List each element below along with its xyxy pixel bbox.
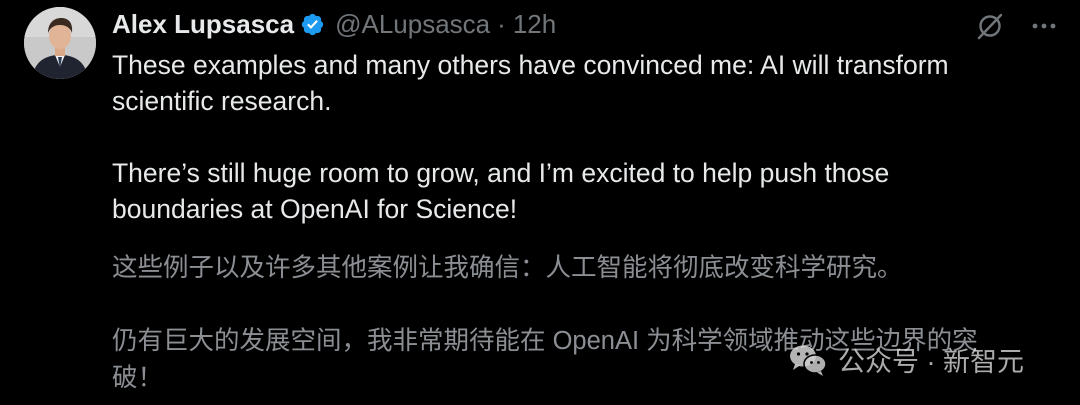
author-name[interactable]: Alex Lupsasca (112, 9, 294, 40)
wechat-icon (788, 343, 828, 377)
more-icon[interactable] (1028, 10, 1060, 42)
tweet-actions-top (974, 10, 1060, 42)
tweet-text-line: boundaries at OpenAI for Science! (112, 194, 518, 224)
watermark: 公众号 · 新智元 (788, 340, 1024, 379)
header-separator: · (497, 8, 506, 39)
avatar[interactable] (24, 7, 96, 79)
tweet: Alex Lupsasca @ALupsasca · 12h These exa… (0, 0, 1080, 405)
watermark-text: 公众号 · 新智元 (838, 347, 1024, 377)
tweet-text-line: These examples and many others have conv… (112, 50, 949, 80)
tweet-text-line: scientific research. (112, 86, 332, 116)
avatar-image (24, 7, 96, 79)
author-handle[interactable]: @ALupsasca (335, 9, 490, 40)
tweet-header: Alex Lupsasca @ALupsasca · 12h (112, 6, 556, 42)
tweet-text-line: There’s still huge room to grow, and I’m… (112, 158, 890, 188)
verified-badge-icon (300, 12, 325, 37)
grok-icon[interactable] (974, 10, 1006, 42)
translation-line: 这些例子以及许多其他案例让我确信：人工智能将彻底改变科学研究。 (112, 254, 903, 282)
tweet-timestamp[interactable]: 12h (513, 9, 556, 40)
tweet-text: These examples and many others have conv… (112, 47, 1052, 227)
